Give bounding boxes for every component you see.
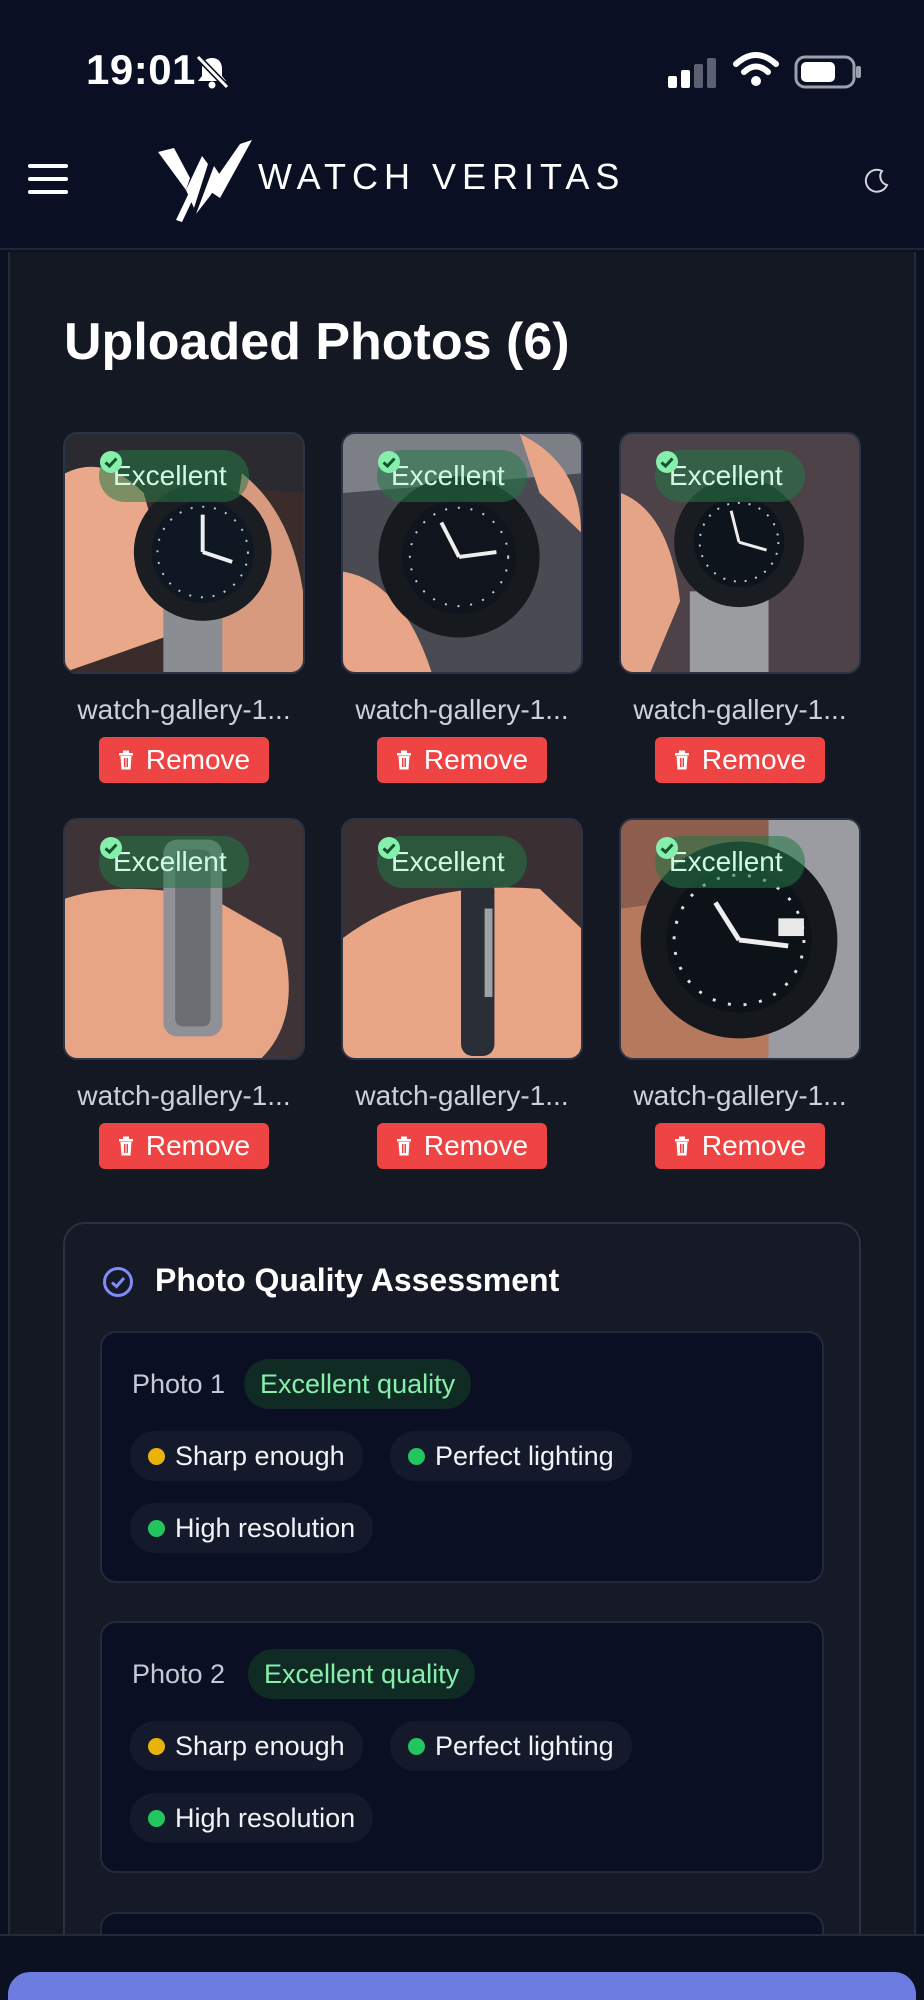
photo-assessment-item: Photo 2 Excellent quality Sharp enough P… bbox=[100, 1621, 824, 1873]
moon-icon[interactable] bbox=[862, 166, 892, 196]
check-circle-icon bbox=[378, 837, 400, 859]
silent-bell-icon bbox=[195, 54, 230, 90]
photo-filename: watch-gallery-1... bbox=[633, 694, 847, 725]
photo-thumbnail[interactable]: Excellent bbox=[341, 818, 583, 1060]
check-circle-icon bbox=[656, 451, 678, 473]
quality-badge: Excellent bbox=[99, 836, 249, 888]
quality-badge: Excellent bbox=[377, 836, 527, 888]
check-chip-lighting: Perfect lighting bbox=[390, 1721, 632, 1771]
photo-thumbnail[interactable]: Excellent bbox=[619, 432, 861, 674]
ok-dot-icon bbox=[408, 1737, 425, 1755]
assessment-title: Photo Quality Assessment bbox=[155, 1262, 560, 1298]
quality-badge-label: Excellent bbox=[391, 846, 505, 877]
photo-thumbnail[interactable]: Excellent bbox=[619, 818, 861, 1060]
trash-icon bbox=[674, 1136, 689, 1156]
quality-badge-label: Excellent bbox=[113, 460, 227, 491]
check-text: High resolution bbox=[175, 1802, 356, 1833]
primary-action-button[interactable] bbox=[8, 1972, 916, 2000]
photo-filename: watch-gallery-1... bbox=[633, 1080, 847, 1111]
quality-badge: Excellent bbox=[655, 450, 805, 502]
watch-veritas-logo-icon bbox=[158, 140, 252, 222]
quality-badge-label: Excellent bbox=[113, 846, 227, 877]
photo-label: Photo 2 bbox=[132, 1659, 226, 1689]
photo-thumbnail[interactable]: Excellent bbox=[63, 818, 305, 1060]
trash-icon bbox=[396, 1136, 411, 1156]
quality-badge: Excellent bbox=[655, 836, 805, 888]
status-time: 19:01 bbox=[86, 46, 196, 93]
check-text: Perfect lighting bbox=[435, 1730, 614, 1761]
ok-dot-icon bbox=[148, 1519, 165, 1537]
remove-button-label: Remove bbox=[145, 1130, 251, 1161]
check-text: Perfect lighting bbox=[435, 1440, 614, 1471]
quality-badge: Excellent bbox=[377, 450, 527, 502]
remove-button-label: Remove bbox=[701, 744, 807, 775]
remove-button-label: Remove bbox=[145, 744, 251, 775]
status-bar: 19:01 bbox=[0, 0, 924, 130]
remove-photo-button[interactable]: Remove bbox=[99, 1123, 269, 1169]
check-text: High resolution bbox=[175, 1512, 356, 1543]
photo-filename: watch-gallery-1... bbox=[355, 1080, 569, 1111]
ok-dot-icon bbox=[408, 1447, 425, 1465]
check-chip-resolution: High resolution bbox=[130, 1503, 374, 1553]
remove-photo-button[interactable]: Remove bbox=[377, 1123, 547, 1169]
check-chip-resolution: High resolution bbox=[130, 1793, 374, 1843]
app-header: WATCH VERITAS bbox=[0, 130, 924, 250]
check-text: Sharp enough bbox=[175, 1730, 345, 1761]
photo-filename: watch-gallery-1... bbox=[355, 694, 569, 725]
quality-badge: Excellent bbox=[99, 450, 249, 502]
remove-photo-button[interactable]: Remove bbox=[655, 737, 825, 783]
wifi-icon bbox=[733, 52, 779, 86]
battery-icon bbox=[794, 55, 861, 89]
check-text: Sharp enough bbox=[175, 1440, 345, 1471]
quality-badge-label: Excellent bbox=[669, 460, 783, 491]
photo-filename: watch-gallery-1... bbox=[77, 1080, 291, 1111]
check-chip-sharpness: Sharp enough bbox=[130, 1721, 363, 1771]
photo-thumbnail[interactable]: Excellent bbox=[341, 432, 583, 674]
remove-photo-button[interactable]: Remove bbox=[377, 737, 547, 783]
remove-photo-button[interactable]: Remove bbox=[99, 737, 269, 783]
cellular-signal-icon bbox=[668, 58, 716, 88]
trash-icon bbox=[396, 750, 411, 770]
remove-button-label: Remove bbox=[423, 1130, 529, 1161]
remove-button-label: Remove bbox=[423, 744, 529, 775]
brand-name: WATCH VERITAS bbox=[258, 156, 626, 197]
check-chip-lighting: Perfect lighting bbox=[390, 1431, 632, 1481]
check-circle-icon bbox=[100, 451, 122, 473]
quality-pill: Excellent quality bbox=[244, 1359, 472, 1409]
photo-label: Photo 1 bbox=[132, 1369, 226, 1399]
check-circle-icon bbox=[656, 837, 678, 859]
quality-pill: Excellent quality bbox=[248, 1649, 476, 1699]
remove-photo-button[interactable]: Remove bbox=[655, 1123, 825, 1169]
photo-assessment-item: Photo 1 Excellent quality Sharp enough P… bbox=[100, 1331, 824, 1583]
quality-badge-label: Excellent bbox=[669, 846, 783, 877]
hamburger-menu-icon[interactable] bbox=[28, 164, 68, 204]
warning-dot-icon bbox=[148, 1737, 165, 1755]
check-circle-icon bbox=[378, 451, 400, 473]
check-circle-icon bbox=[100, 837, 122, 859]
ok-dot-icon bbox=[148, 1809, 165, 1827]
check-chip-sharpness: Sharp enough bbox=[130, 1431, 363, 1481]
remove-button-label: Remove bbox=[701, 1130, 807, 1161]
photo-filename: watch-gallery-1... bbox=[77, 694, 291, 725]
uploaded-photos-title: Uploaded Photos (6) bbox=[64, 313, 570, 371]
quality-badge-label: Excellent bbox=[391, 460, 505, 491]
trash-icon bbox=[674, 750, 689, 770]
photo-thumbnail[interactable]: Excellent bbox=[63, 432, 305, 674]
check-circle-outline-icon bbox=[103, 1267, 133, 1297]
trash-icon bbox=[118, 1136, 133, 1156]
warning-dot-icon bbox=[148, 1447, 165, 1465]
trash-icon bbox=[118, 750, 133, 770]
